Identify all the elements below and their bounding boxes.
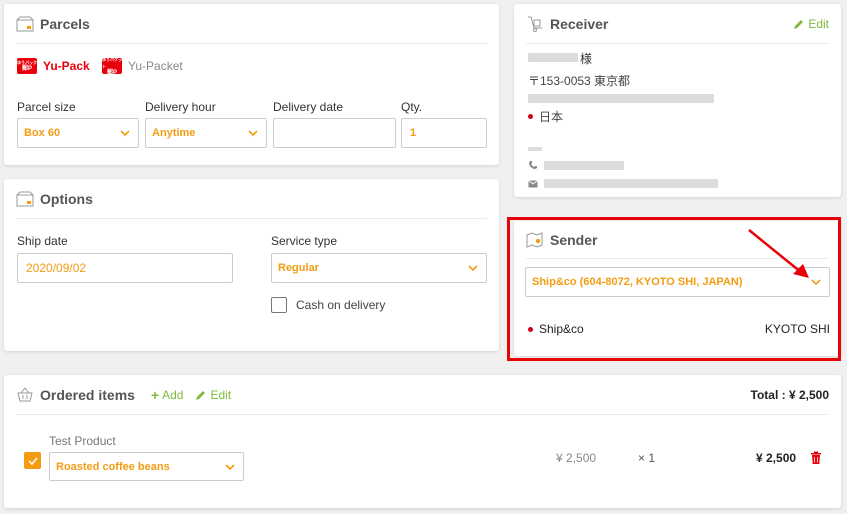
delivery-date-label: Delivery date [273,100,344,114]
receiver-country: 日本 [539,110,564,124]
delivery-hour-select[interactable]: Anytime [145,118,267,148]
receiver-phone-row [528,160,624,170]
parcel-size-label: Parcel size [17,100,76,114]
receiver-address-redacted [528,94,714,103]
parcels-card: Parcels ゆうパック 郵P Yu-Pack ゆうパケット 郵P Yu-Pa… [4,4,499,165]
receiver-company-redacted [528,147,542,151]
service-type-label: Service type [271,234,338,248]
edit-items-link[interactable]: Edit [195,388,231,402]
qty-value: 1 [410,127,417,139]
hand-truck-icon [528,16,542,32]
chevron-down-icon [248,130,258,137]
delivery-hour-value: Anytime [152,127,196,139]
add-item-link[interactable]: + Add [151,387,184,403]
parcels-header: Parcels [16,4,487,44]
ordered-items-card: Ordered items + Add Edit Total : ¥ 2,500… [4,375,841,508]
ship-date-value: 2020/09/02 [26,261,87,275]
parcel-size-value: Box 60 [24,127,61,139]
item-quantity: × 1 [638,451,656,465]
basket-icon [17,386,33,401]
cash-on-delivery-checkbox[interactable] [271,297,287,313]
product-name: Test Product [49,434,116,448]
yu-packet-logo-icon: ゆうパケット 郵P [102,56,122,76]
chevron-down-icon [468,265,478,272]
add-item-label: Add [162,387,184,402]
checkmark-icon [27,457,38,465]
carrier-yu-packet[interactable]: ゆうパケット 郵P Yu-Packet [102,56,183,76]
receiver-email-redacted [544,179,718,188]
unit-price: ¥ 2,500 [556,451,597,465]
receiver-honorific: 様 [580,52,593,66]
receiver-postal-line: 〒153-0053 東京都 [528,74,631,88]
receiver-email-row [528,179,718,188]
ship-date-label: Ship date [17,234,68,248]
ordered-items-title: Ordered items [40,386,135,403]
parcel-box-icon [16,191,34,206]
carrier-yu-packet-label: Yu-Packet [128,59,183,73]
cash-on-delivery-row[interactable]: Cash on delivery [271,297,385,313]
ship-date-input[interactable]: 2020/09/02 [17,253,233,283]
edit-items-label: Edit [210,387,232,402]
chevron-down-icon [225,464,235,471]
parcel-box-icon [16,16,34,31]
delivery-hour-label: Delivery hour [145,100,216,114]
order-total: Total : ¥ 2,500 [750,387,829,402]
ordered-items-header: Ordered items + Add Edit Total : ¥ 2,500 [16,375,829,415]
receiver-name-redacted [528,53,578,62]
plus-icon: + [150,386,160,403]
carrier-yu-pack-label: Yu-Pack [43,59,90,73]
receiver-country-row: 日本 [528,108,563,125]
mail-icon [528,179,538,187]
service-type-value: Regular [278,262,319,274]
product-variant-select[interactable]: Roasted coffee beans [49,452,244,481]
trash-icon[interactable] [810,451,822,465]
line-total: ¥ 2,500 [756,451,797,465]
item-checkbox[interactable] [24,452,41,469]
annotation-arrow-icon [748,229,809,278]
options-title: Options [40,190,93,207]
product-variant-value: Roasted coffee beans [56,460,170,473]
carrier-yu-pack[interactable]: ゆうパック 郵P Yu-Pack [17,58,90,74]
parcel-size-select[interactable]: Box 60 [17,118,139,148]
delivery-date-input[interactable] [273,118,396,148]
parcels-title: Parcels [40,15,90,32]
cash-on-delivery-label: Cash on delivery [296,298,386,312]
yu-pack-logo-icon: ゆうパック 郵P [17,58,37,74]
pencil-icon [196,390,206,400]
options-card: Options Ship date 2020/09/02 Service typ… [4,179,499,351]
service-type-select[interactable]: Regular [271,253,487,283]
receiver-edit-link[interactable]: Edit [793,17,829,31]
red-dot-icon [528,114,533,119]
pencil-icon [794,19,804,29]
receiver-edit-label: Edit [808,16,829,31]
receiver-title: Receiver [550,15,609,32]
chevron-down-icon [120,130,130,137]
qty-input[interactable]: 1 [401,118,487,148]
receiver-card: Receiver Edit 様 〒153-0053 東京都 日本 [514,4,841,197]
phone-icon [529,161,537,169]
options-header: Options [16,179,487,219]
receiver-phone-redacted [544,160,624,170]
qty-label: Qty. [401,100,423,114]
receiver-header: Receiver Edit [526,4,829,44]
